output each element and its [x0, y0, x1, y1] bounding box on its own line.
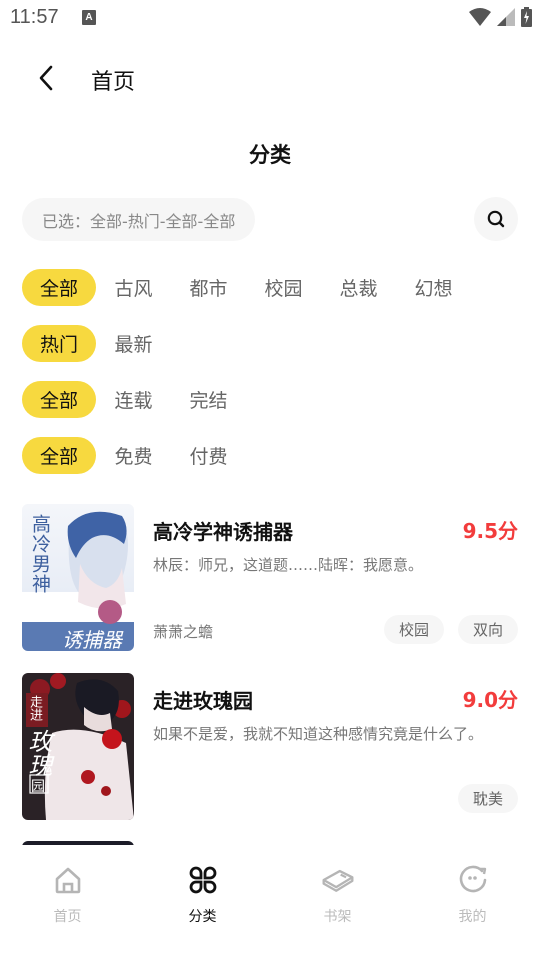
filter-row-genre: 全部 古风 都市 校园 总裁 幻想: [22, 269, 471, 306]
search-button[interactable]: [474, 197, 518, 241]
filter-row-sort: 热门 最新: [22, 325, 171, 362]
selected-filters-summary: 已选：全部-热门-全部-全部: [22, 198, 256, 241]
back-button[interactable]: [28, 60, 64, 96]
filter-chip-sort-newest[interactable]: 最新: [96, 325, 171, 362]
bottom-nav: 首页 分类 书架 我的: [0, 845, 540, 960]
book-description: 林辰：师兄，这道题……陆晖：我愿意。: [153, 556, 424, 574]
filter-chip-price-all[interactable]: 全部: [22, 437, 96, 474]
filter-row-price: 全部 免费 付费: [22, 437, 246, 474]
book-cover[interactable]: 高冷男神 诱捕器: [22, 504, 134, 651]
filter-chip-sort-hot[interactable]: 热门: [22, 325, 96, 362]
book-tag[interactable]: 耽美: [457, 784, 518, 813]
book-title[interactable]: 高冷学神诱捕器: [153, 516, 293, 545]
filter-chip-genre-all[interactable]: 全部: [22, 269, 96, 306]
filter-chip-price-free[interactable]: 免费: [96, 437, 171, 474]
filter-row-status: 全部 连载 完结: [22, 381, 246, 418]
nav-label: 书架: [323, 909, 352, 925]
book-score: 9.5分: [462, 519, 518, 543]
book-author: 萧萧之蟾: [153, 623, 214, 641]
nav-item-home[interactable]: 首页: [0, 845, 135, 960]
filter-chip-genre-zongcai[interactable]: 总裁: [321, 269, 396, 306]
status-time: 11:57: [10, 6, 59, 28]
book-title[interactable]: 走进玫瑰园: [153, 685, 253, 714]
cover-title-main: 玫瑰: [24, 729, 52, 777]
filter-chip-status-ongoing[interactable]: 连载: [96, 381, 171, 418]
status-icons: [469, 7, 532, 27]
book-tag[interactable]: 校园: [383, 615, 444, 644]
filter-chip-genre-dushi[interactable]: 都市: [171, 269, 246, 306]
header-title: 首页: [91, 70, 136, 95]
cover-title-bottom: 园: [31, 779, 45, 795]
book-list-item[interactable]: 高冷男神 诱捕器 高冷学神诱捕器 9.5分 林辰：师兄，这道题……陆晖：我愿意。…: [22, 504, 518, 651]
book-score: 9.0分: [462, 688, 518, 712]
nav-label: 首页: [53, 909, 82, 925]
cover-title-top: 走进: [27, 695, 42, 721]
chevron-left-icon: [39, 65, 53, 91]
nav-item-category[interactable]: 分类: [135, 845, 270, 960]
book-list-item[interactable]: 走进 玫瑰 园 走进玫瑰园 9.0分 如果不是爱，我就不知道这种感情究竟是什么了…: [22, 673, 518, 820]
status-bar: 11:57 A: [0, 0, 540, 36]
cover-title-bottom: 诱捕器: [62, 628, 122, 651]
filter-chip-status-all[interactable]: 全部: [22, 381, 96, 418]
book-tags: 耽美: [457, 784, 518, 813]
section-title: 分类: [249, 143, 291, 167]
home-icon: [51, 863, 85, 897]
book-tags: 校园 双向: [383, 615, 518, 644]
bookshelf-icon: [321, 863, 355, 897]
cell-signal-icon: [497, 8, 515, 26]
nav-label: 我的: [458, 909, 487, 925]
nav-item-bookshelf[interactable]: 书架: [270, 845, 405, 960]
profile-icon: [456, 863, 490, 897]
cover-title-top: 高冷男神: [29, 514, 51, 594]
filter-chip-status-finished[interactable]: 完结: [171, 381, 246, 418]
a-keyboard-icon: A: [82, 10, 96, 25]
category-icon: [186, 863, 220, 897]
filter-chip-genre-huanxiang[interactable]: 幻想: [396, 269, 471, 306]
book-cover[interactable]: 走进 玫瑰 园: [22, 673, 134, 820]
filter-chip-genre-gufeng[interactable]: 古风: [96, 269, 171, 306]
book-description: 如果不是爱，我就不知道这种感情究竟是什么了。: [153, 725, 484, 743]
nav-item-profile[interactable]: 我的: [405, 845, 540, 960]
wifi-icon: [469, 8, 491, 26]
nav-label: 分类: [188, 909, 217, 925]
filter-chip-price-paid[interactable]: 付费: [171, 437, 246, 474]
battery-charging-icon: [521, 7, 532, 27]
search-icon: [487, 210, 505, 228]
selected-filters-text: 已选：全部-热门-全部-全部: [42, 211, 236, 231]
book-tag[interactable]: 双向: [457, 615, 518, 644]
filter-chip-genre-xiaoyuan[interactable]: 校园: [246, 269, 321, 306]
